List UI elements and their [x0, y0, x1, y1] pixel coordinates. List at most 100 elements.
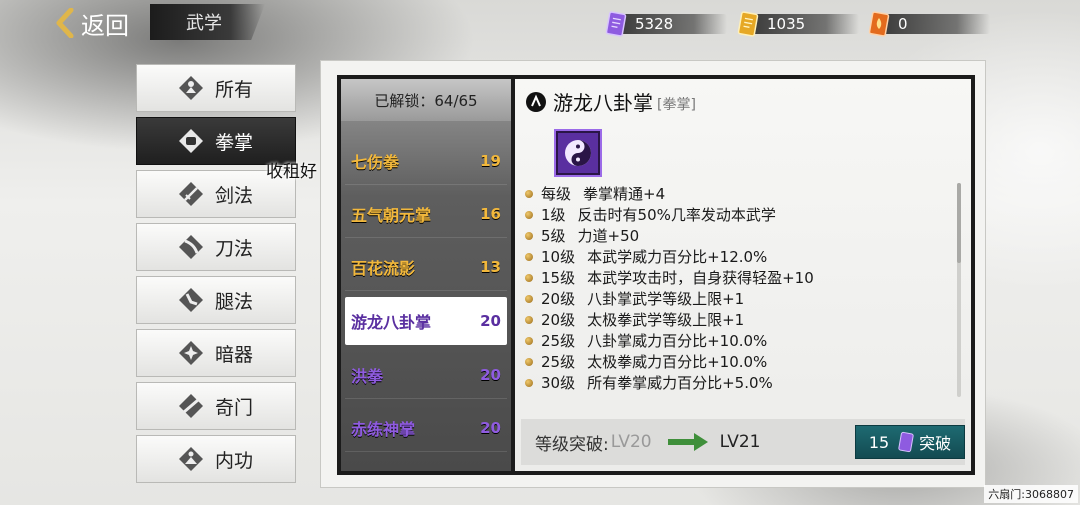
staff-icon	[179, 394, 203, 418]
tab-hidden-weapon[interactable]: 暗器	[136, 329, 296, 377]
effects-scrollbar[interactable]	[957, 183, 961, 397]
player-nickname: 收租好	[266, 162, 317, 182]
effect-row: 5级 力道+50	[525, 225, 945, 246]
skill-level: 20	[480, 365, 501, 384]
currency-value: 1035	[767, 15, 806, 33]
category-tabs: 所有 拳掌 剑法 刀法 腿法 暗器 奇门 内功	[136, 64, 298, 488]
effect-row: 20级 太极拳武学等级上限+1	[525, 309, 945, 330]
skill-title: 游龙八卦掌	[553, 91, 653, 115]
breakthrough-button[interactable]: 15 突破	[855, 425, 965, 459]
currency-gold: 1035	[735, 11, 859, 37]
purple-scroll-icon	[898, 431, 914, 453]
fist-icon	[179, 129, 203, 153]
bullet-icon	[525, 273, 533, 282]
effect-level: 25级	[541, 353, 576, 371]
tab-label: 剑法	[215, 184, 254, 207]
bullet-icon	[525, 210, 533, 219]
tab-label: 所有	[215, 78, 254, 101]
skill-detail: 游龙八卦掌 [拳掌] 每级 拳掌精通+4 1级 反击时有50%几率发动本武学 5级力…	[515, 79, 971, 471]
page-title: 武学	[150, 4, 265, 40]
skill-type: [拳掌]	[657, 96, 696, 113]
effect-row: 1级 反击时有50%几率发动本武学	[525, 204, 945, 225]
tab-all[interactable]: 所有	[136, 64, 296, 112]
effect-text: 太极拳武学等级上限+1	[587, 311, 745, 329]
tab-label: 腿法	[215, 290, 254, 313]
tab-kick[interactable]: 腿法	[136, 276, 296, 324]
chevron-left-icon	[56, 8, 74, 38]
effect-level: 20级	[541, 290, 576, 308]
currency-value: 5328	[635, 15, 674, 33]
sword-icon	[179, 182, 203, 206]
skill-name: 洪拳	[351, 366, 384, 386]
tab-inner-power[interactable]: 内功	[136, 435, 296, 483]
top-bar: 返回 武学 5328 1035 0	[0, 0, 1080, 50]
effect-text: 八卦掌威力百分比+10.0%	[587, 332, 768, 350]
unlock-count: 已解锁：64/65	[341, 79, 511, 121]
skill-item-selected[interactable]: 游龙八卦掌 20	[345, 297, 507, 345]
effect-row: 25级 太极拳威力百分比+10.0%	[525, 351, 945, 372]
skill-name: 五气朝元掌	[351, 205, 432, 225]
bullet-icon	[525, 378, 533, 387]
gold-scroll-icon	[737, 11, 759, 37]
skill-level: 19	[480, 151, 501, 170]
currency-value: 0	[898, 15, 908, 33]
level-breakthrough: 等级突破: LV20 LV21 15 突破	[521, 419, 965, 465]
effect-text: 本武学攻击时，自身获得轻盈+10	[587, 269, 814, 287]
skill-item[interactable]: 洪拳 20	[345, 351, 507, 399]
scrollbar-thumb[interactable]	[957, 183, 961, 263]
breakthrough-from-level: LV20	[610, 432, 652, 452]
tab-label: 内功	[215, 449, 254, 472]
shuriken-icon	[179, 341, 203, 365]
tab-blade[interactable]: 刀法	[136, 223, 296, 271]
skill-item[interactable]: 五气朝元掌 16	[345, 190, 507, 238]
tab-exotic[interactable]: 奇门	[136, 382, 296, 430]
effect-text: 所有拳掌威力百分比+5.0%	[587, 374, 773, 392]
effect-level: 10级	[541, 248, 576, 266]
skill-level: 16	[480, 204, 501, 223]
purple-scroll-icon	[605, 11, 627, 37]
breakthrough-to-level: LV21	[719, 432, 761, 452]
currency-purple: 5328	[603, 11, 727, 37]
skill-level: 20	[480, 418, 501, 437]
tab-label: 奇门	[215, 396, 254, 419]
flame-scroll-icon	[868, 11, 890, 37]
skill-item[interactable]: 七伤拳 19	[345, 137, 507, 185]
meditation-icon	[179, 447, 203, 471]
effect-level: 20级	[541, 311, 576, 329]
skill-name: 七伤拳	[351, 152, 400, 172]
tab-label: 刀法	[215, 237, 254, 260]
skill-name: 赤练神掌	[351, 419, 416, 439]
skill-item[interactable]: 赤练神掌 20	[345, 404, 507, 452]
effect-level: 25级	[541, 332, 576, 350]
martial-arts-panel: 已解锁：64/65 七伤拳 19 五气朝元掌 16 百花流影 13 游龙八卦掌 …	[320, 60, 986, 488]
skill-header: 游龙八卦掌 [拳掌]	[525, 87, 696, 116]
all-icon	[179, 76, 203, 100]
skill-list[interactable]: 已解锁：64/65 七伤拳 19 五气朝元掌 16 百花流影 13 游龙八卦掌 …	[341, 79, 511, 471]
effect-text: 八卦掌武学等级上限+1	[587, 290, 745, 308]
breakthrough-label: 等级突破:	[535, 434, 609, 455]
effect-row: 15级 本武学攻击时，自身获得轻盈+10	[525, 267, 945, 288]
effect-text: 本武学威力百分比+12.0%	[587, 248, 768, 266]
skill-item[interactable]: 百花流影 13	[345, 243, 507, 291]
effect-level: 1级	[541, 206, 566, 224]
bullet-icon	[525, 357, 533, 366]
tab-label: 拳掌	[215, 131, 254, 154]
effect-text: 反击时有50%几率发动本武学	[577, 206, 776, 224]
effect-row: 25级 八卦掌威力百分比+10.0%	[525, 330, 945, 351]
bullet-icon	[525, 294, 533, 303]
kick-icon	[179, 288, 203, 312]
effect-row: 10级 本武学威力百分比+12.0%	[525, 246, 945, 267]
fist-icon	[526, 91, 546, 112]
server-id: 六扇门:3068807	[984, 485, 1078, 503]
yin-yang-skill-icon[interactable]	[554, 129, 602, 177]
tab-label: 暗器	[215, 343, 254, 366]
effect-text: 拳掌精通+4	[583, 185, 666, 203]
bullet-icon	[525, 231, 533, 240]
effect-text: 力道+50	[577, 227, 640, 245]
effect-level: 15级	[541, 269, 576, 287]
back-button[interactable]: 返回	[55, 4, 150, 42]
skill-name: 百花流影	[351, 258, 416, 278]
effect-row: 30级 所有拳掌威力百分比+5.0%	[525, 372, 945, 393]
blade-icon	[179, 235, 203, 259]
effect-list: 每级 拳掌精通+4 1级 反击时有50%几率发动本武学 5级 力道+50 10级 本武学…	[525, 183, 945, 393]
